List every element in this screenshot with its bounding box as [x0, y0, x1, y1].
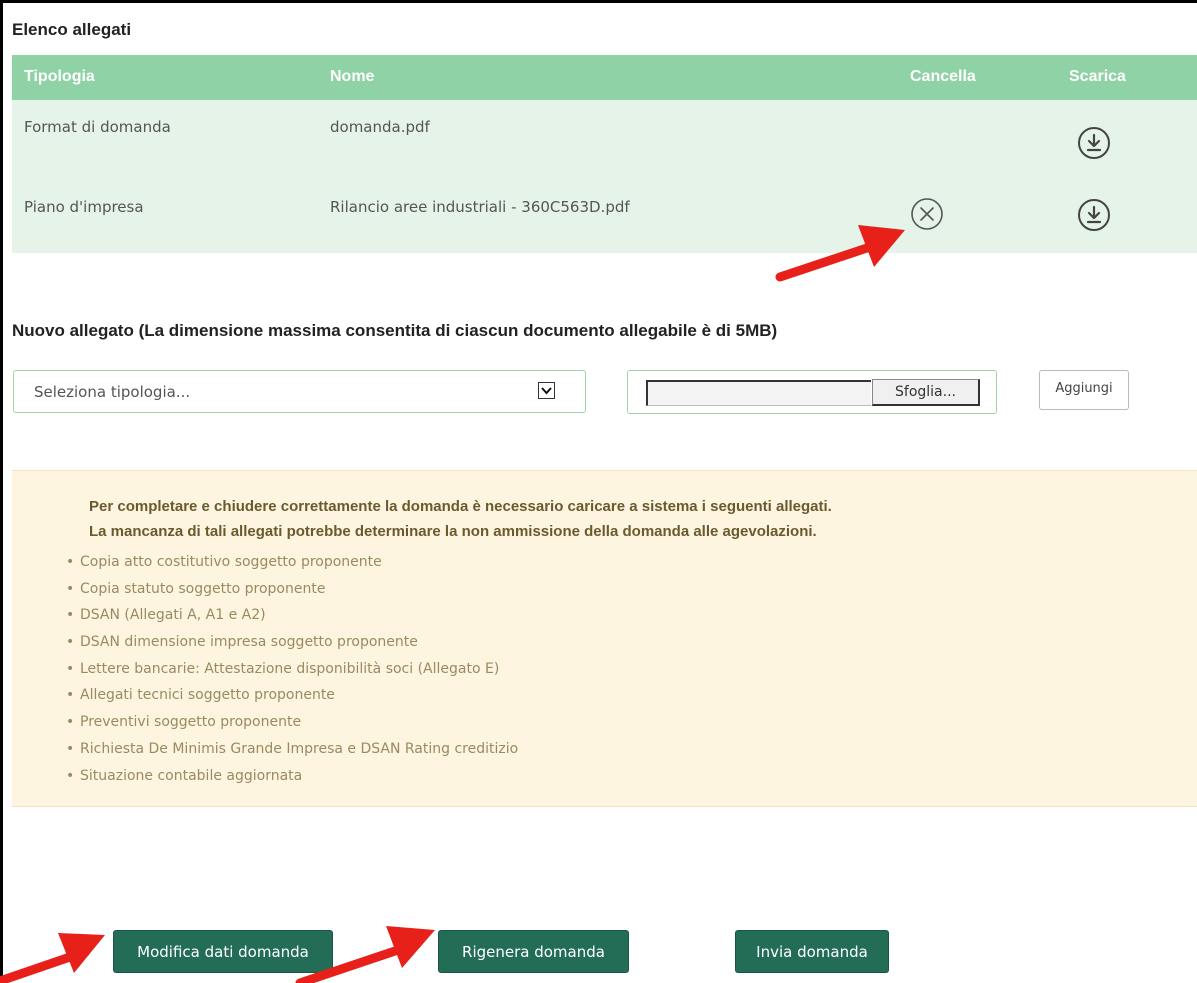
list-item: Allegati tecnici soggetto proponente [66, 682, 518, 709]
row-type: Piano d'impresa [24, 198, 144, 216]
arrow-icon [775, 225, 905, 282]
list-item: DSAN dimensione impresa soggetto propone… [66, 629, 518, 656]
send-application-button[interactable]: Invia domanda [735, 930, 889, 973]
list-item: Lettere bancarie: Attestazione disponibi… [66, 656, 518, 683]
row-type: Format di domanda [24, 118, 171, 136]
arrow-icon [295, 926, 435, 983]
attachments-table-header: Tipologia Nome Cancella Scarica [12, 55, 1197, 100]
list-item: Copia statuto soggetto proponente [66, 576, 518, 603]
list-item: Copia atto costitutivo soggetto proponen… [66, 549, 518, 576]
list-item: Richiesta De Minimis Grande Impresa e DS… [66, 736, 518, 763]
list-item: Situazione contabile aggiornata [66, 763, 518, 790]
chevron-down-icon[interactable] [538, 382, 555, 399]
column-header-scarica: Scarica [1069, 68, 1126, 85]
add-button[interactable]: Aggiungi [1039, 370, 1129, 410]
row-filename: domanda.pdf [330, 118, 430, 136]
download-icon[interactable] [1077, 126, 1111, 160]
arrow-icon [0, 933, 105, 983]
list-item: DSAN (Allegati A, A1 e A2) [66, 602, 518, 629]
list-item: Preventivi soggetto proponente [66, 709, 518, 736]
tipologia-select[interactable]: Seleziona tipologia... [13, 370, 586, 413]
select-placeholder: Seleziona tipologia... [34, 383, 191, 401]
column-header-nome: Nome [330, 68, 375, 85]
notice-line-1: Per completare e chiudere correttamente … [89, 498, 832, 515]
file-upload: Sfoglia... [627, 370, 997, 414]
column-header-tipologia: Tipologia [24, 68, 95, 85]
delete-icon[interactable] [910, 197, 944, 231]
column-header-cancella: Cancella [910, 68, 976, 85]
attachments-title: Elenco allegati [12, 20, 132, 39]
required-attachments-notice: Per completare e chiudere correttamente … [12, 470, 1197, 807]
required-attachments-list: Copia atto costitutivo soggetto proponen… [66, 549, 518, 789]
notice-line-2: La mancanza di tali allegati potrebbe de… [89, 523, 817, 540]
new-attachment-title: Nuovo allegato (La dimensione massima co… [12, 321, 778, 340]
regenerate-application-button[interactable]: Rigenera domanda [438, 930, 629, 973]
download-icon[interactable] [1077, 198, 1111, 232]
row-filename: Rilancio aree industriali - 360C563D.pdf [330, 198, 630, 216]
browse-button[interactable]: Sfoglia... [872, 379, 980, 406]
file-path-input[interactable] [646, 380, 871, 406]
attachments-table: Tipologia Nome Cancella Scarica Format d… [12, 55, 1197, 253]
